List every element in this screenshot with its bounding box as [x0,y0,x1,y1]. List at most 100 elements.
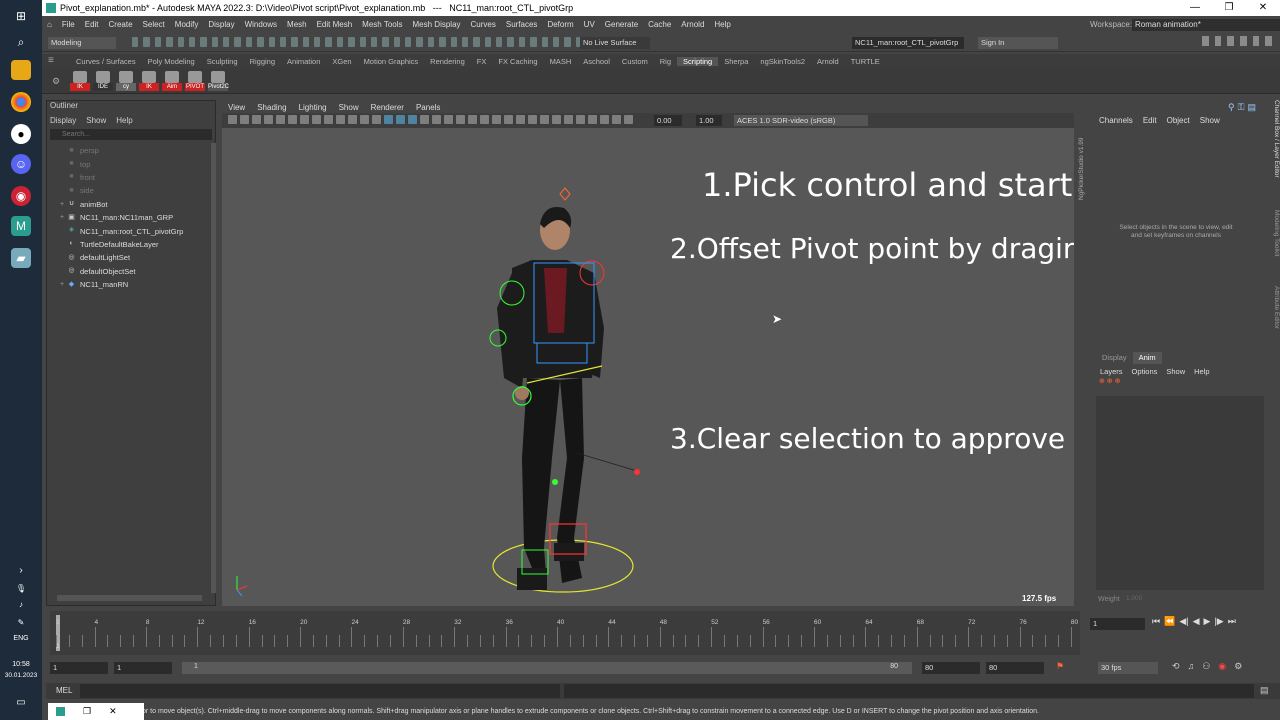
expand-toggle[interactable]: + [57,281,67,288]
key-icon[interactable]: ⚑ [1056,661,1064,672]
viewport-tool-icon[interactable] [480,115,489,124]
menu-help[interactable]: Help [709,20,735,29]
shelf-tab-curves-surfaces[interactable]: Curves / Surfaces [70,57,142,66]
menu-mesh[interactable]: Mesh [282,20,312,29]
shelf-button-pivot[interactable]: PIVOT [185,71,205,91]
outliner-item-nc11-man-nc11man-grp[interactable]: + ▣ NC11_man:NC11man_GRP [47,211,215,224]
notifications-icon[interactable]: ▭ [11,692,31,712]
status-tool-icon[interactable] [188,37,196,47]
status-tool-icon[interactable] [359,37,366,47]
layer-menu-help[interactable]: Help [1194,367,1209,377]
viewport-tool-icon[interactable] [588,115,597,124]
layer-menu-show[interactable]: Show [1166,367,1185,377]
weight-value[interactable]: 1.000 [1126,595,1236,604]
close-mini-icon[interactable]: ✕ [109,706,117,717]
outliner-menu-show[interactable]: Show [86,116,106,125]
menu-edit[interactable]: Edit [80,20,104,29]
prefs-icon[interactable]: ⚙ [1234,661,1242,672]
status-tool-icon[interactable] [257,37,264,47]
character-set-icon[interactable]: ⚇ [1202,661,1210,672]
viewport-tool-icon[interactable] [324,115,333,124]
menu-deform[interactable]: Deform [542,20,578,29]
shelf-tab-scripting[interactable]: Scripting [677,56,719,66]
outliner-menu-help[interactable]: Help [116,116,132,125]
menu-create[interactable]: Create [104,20,138,29]
viewport-tool-icon[interactable] [528,115,537,124]
menu-modify[interactable]: Modify [170,20,204,29]
outliner-menu-display[interactable]: Display [50,116,76,125]
maya-app-icon[interactable]: M [11,216,31,236]
loop-icon[interactable]: ⟲ [1172,661,1180,672]
channel-box-menu-object[interactable]: Object [1167,116,1190,125]
shelf-tab-custom[interactable]: Custom [616,57,654,66]
status-tool-icon[interactable] [393,37,400,47]
outliner-item-defaultobjectset[interactable]: ◎ defaultObjectSet [47,265,215,278]
status-tool-icon[interactable] [427,37,435,47]
viewport-tool-icon[interactable] [432,115,441,124]
viewport-tool-icon[interactable] [492,115,501,124]
menu-mesh-tools[interactable]: Mesh Tools [357,20,407,29]
home-icon[interactable]: ⌂ [42,20,57,29]
layer-list[interactable] [1096,396,1264,590]
shelf-tab-poly-modeling[interactable]: Poly Modeling [142,57,201,66]
shelf-button-pivot2c[interactable]: Pivot2C [208,71,229,91]
shelf-tab-ngskintools2[interactable]: ngSkinTools2 [754,57,811,66]
go-to-start-icon[interactable]: ⏮ [1152,616,1160,630]
viewport-tool-icon[interactable] [468,115,477,124]
search-icon[interactable]: ⌕ [11,32,31,52]
status-tool-icon[interactable] [132,37,139,47]
play-backward-icon[interactable]: ◀ [1193,616,1200,630]
step-forward-frame-icon[interactable]: |▶ [1214,616,1223,630]
workspace-dropdown[interactable]: Roman animation* [1132,18,1280,31]
status-tool-icon[interactable] [439,37,446,47]
shelf-tab-mash[interactable]: MASH [544,57,578,66]
status-tool-icon[interactable] [348,37,355,47]
shelf-tab-sherpa[interactable]: Sherpa [718,57,754,66]
shelf-tab-rendering[interactable]: Rendering [424,57,471,66]
color-space-dropdown[interactable]: ACES 1.0 SDR-video (sRGB) [734,115,868,126]
channel-box-menu-show[interactable]: Show [1200,116,1220,125]
step-back-key-icon[interactable]: ⏪ [1164,616,1175,630]
layer-menu-layers[interactable]: Layers [1100,367,1123,377]
3d-viewport[interactable]: 1.Pick control and start script 2.Offset… [222,128,1074,606]
layer-tab-anim[interactable]: Anim [1132,352,1162,364]
viewport-tool-icon[interactable] [576,115,585,124]
viewport-tool-icon[interactable] [252,115,261,124]
viewport-menu-view[interactable]: View [222,103,251,112]
auto-key-icon[interactable]: ◉ [1218,661,1226,672]
status-tool-icon[interactable] [484,37,491,47]
live-surface-field[interactable]: No Live Surface [580,37,650,49]
menu-generate[interactable]: Generate [600,20,643,29]
viewport-tool-icon[interactable] [312,115,321,124]
shelf-tab-rigging[interactable]: Rigging [244,57,281,66]
menu-select[interactable]: Select [138,20,170,29]
panel-toggle-icon[interactable] [1240,36,1247,46]
viewport-tool-icon[interactable] [600,115,609,124]
viewport-tool-icon[interactable] [372,115,381,124]
status-tool-icon[interactable] [200,37,207,47]
close-button[interactable]: ✕ [1246,0,1280,16]
anim-end-field[interactable]: 80 [986,662,1044,674]
picker-studio-tab[interactable]: NgPickerStudio v1.99 [1078,100,1090,200]
chevron-up-icon[interactable]: › [11,560,31,580]
shelf-tab-rig[interactable]: Rig [654,57,677,66]
expand-toggle[interactable]: + [57,214,67,221]
chrome-icon[interactable] [11,92,31,112]
shelf-tab-aschool[interactable]: Aschool [577,57,616,66]
status-tool-icon[interactable] [302,37,309,47]
status-tool-icon[interactable] [530,37,537,47]
outliner-item-front[interactable]: ■ front [47,171,215,184]
status-tool-icon[interactable] [314,37,321,47]
viewport-tool-icon[interactable] [276,115,285,124]
viewport-tool-icon[interactable] [300,115,309,124]
status-tool-icon[interactable] [223,37,230,47]
mel-label[interactable]: MEL [56,686,72,695]
anim-start-field[interactable]: 1 [50,662,108,674]
davinci-icon[interactable]: ◉ [11,186,31,206]
status-tool-icon[interactable] [336,37,344,47]
modeling-toolkit-tab[interactable]: Modeling Toolkit [1268,210,1280,280]
viewport-tool-icon[interactable] [228,115,237,124]
status-tool-icon[interactable] [154,37,162,47]
status-tool-icon[interactable] [416,37,423,47]
shelf-button-ide[interactable]: IDE [93,71,113,91]
